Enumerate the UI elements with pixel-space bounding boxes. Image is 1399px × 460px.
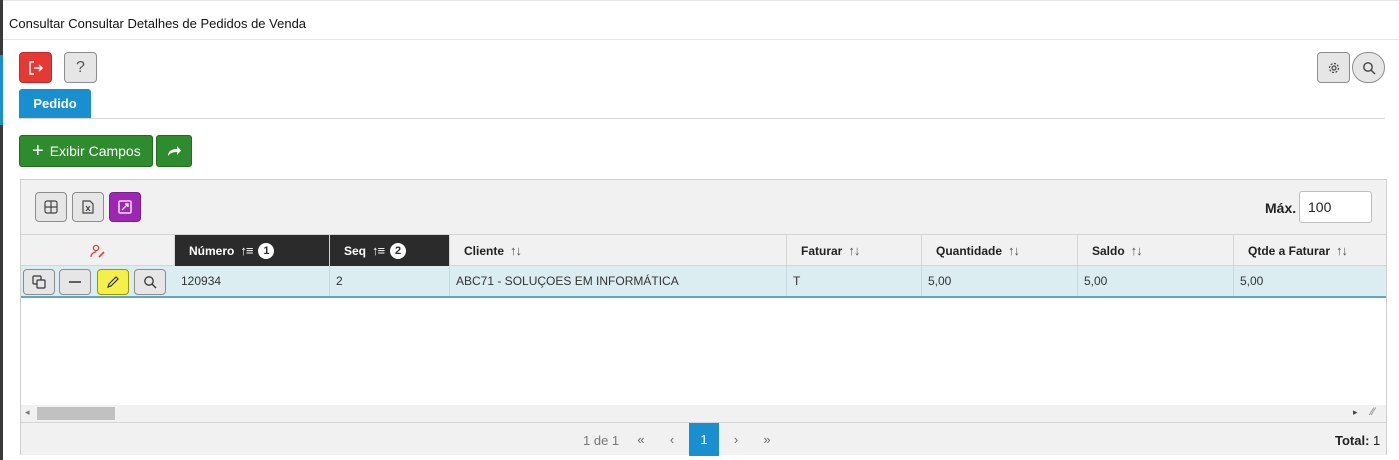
page-info: 1 de 1: [583, 433, 620, 448]
column-label: Número: [189, 243, 235, 258]
main-window: Consultar Consultar Detalhes de Pedidos …: [3, 0, 1399, 460]
tab-pedido[interactable]: Pedido: [19, 89, 91, 118]
title-bar: Consultar Consultar Detalhes de Pedidos …: [3, 0, 1399, 40]
grid-toolbar: Máx.: [21, 180, 1386, 235]
pencil-icon: [106, 275, 120, 289]
column-label: Qtde a Faturar: [1248, 243, 1331, 258]
tab-underline: [19, 118, 1385, 119]
sort-asc-icon: ↑≡: [372, 243, 385, 258]
cell-quantidade: 5,00: [922, 266, 1078, 296]
plus-icon: +: [32, 140, 44, 162]
gear-icon: [1327, 61, 1341, 75]
page-title: Consultar Consultar Detalhes de Pedidos …: [9, 16, 307, 31]
sort-icon: ↑↓: [1130, 243, 1143, 258]
sort-order-badge: 2: [390, 242, 407, 259]
total-label: Total:: [1335, 433, 1370, 448]
exibir-campos-button[interactable]: + Exibir Campos: [19, 135, 153, 167]
resize-grip-icon[interactable]: ⁄⁄: [1371, 406, 1375, 418]
cell-qtde-faturar: 5,00: [1240, 274, 1264, 288]
search-icon: [143, 275, 157, 289]
page-1-button[interactable]: 1: [689, 423, 719, 456]
horizontal-scrollbar[interactable]: ◂ ▸ ⁄⁄: [21, 405, 1386, 422]
edit-row-button[interactable]: [97, 269, 129, 295]
first-page-button[interactable]: «: [626, 423, 656, 456]
prev-page-button[interactable]: ‹: [657, 423, 687, 456]
column-header-cliente[interactable]: Cliente ↑↓: [450, 235, 787, 266]
settings-button[interactable]: [1317, 52, 1350, 83]
total-value: 1: [1373, 433, 1381, 448]
search-button[interactable]: [1352, 52, 1385, 83]
help-label: ?: [76, 58, 85, 76]
row-actions-header: [21, 235, 175, 266]
sort-asc-icon: ↑≡: [240, 243, 253, 258]
grid-header: Número ↑≡ 1 Seq ↑≡ 2 Cliente ↑↓ Faturar …: [21, 235, 1386, 266]
copy-icon: [32, 275, 46, 289]
column-label: Quantidade: [936, 243, 1003, 258]
cell-numero: 120934: [175, 266, 330, 296]
cell-cliente: ABC71 - SOLUÇOES EM INFORMÁTICA: [450, 266, 787, 296]
max-label: Máx.: [1265, 200, 1297, 216]
total-count: Total: 1: [1335, 433, 1380, 448]
cell-saldo: 5,00: [1078, 266, 1234, 296]
minus-icon: [68, 275, 82, 289]
table-row[interactable]: 120934 2 ABC71 - SOLUÇOES EM INFORMÁTICA…: [21, 266, 1386, 298]
column-header-quantidade[interactable]: Quantidade ↑↓: [922, 235, 1078, 266]
share-arrow-icon: [166, 144, 182, 158]
sort-icon: ↑↓: [510, 243, 522, 258]
exibir-campos-label: Exibir Campos: [49, 143, 141, 159]
excel-export-icon: [82, 200, 94, 214]
sort-icon: ↑↓: [1336, 243, 1348, 258]
column-header-faturar[interactable]: Faturar ↑↓: [787, 235, 922, 266]
user-edit-icon: [89, 244, 106, 258]
excel-export-button[interactable]: [72, 192, 104, 222]
column-header-saldo[interactable]: Saldo ↑↓: [1078, 235, 1234, 266]
grid-layout-button[interactable]: [35, 192, 67, 222]
sort-order-badge: 1: [258, 242, 275, 259]
search-icon: [1362, 61, 1376, 75]
last-page-button[interactable]: »: [752, 423, 782, 456]
expand-button[interactable]: [109, 192, 141, 222]
sort-icon: ↑↓: [1008, 243, 1020, 258]
cell-faturar: T: [787, 266, 922, 296]
column-label: Saldo: [1092, 243, 1125, 258]
exit-button[interactable]: [19, 52, 52, 83]
cell-seq: 2: [330, 266, 450, 296]
scroll-left-icon[interactable]: ◂: [25, 407, 30, 418]
scrollbar-thumb[interactable]: [37, 407, 115, 420]
scroll-right-icon[interactable]: ▸: [1353, 407, 1358, 418]
grid-body-empty: [21, 298, 1386, 405]
column-label: Seq: [344, 243, 367, 258]
column-label: Cliente: [464, 243, 505, 258]
next-page-button[interactable]: ›: [721, 423, 751, 456]
remove-row-button[interactable]: [59, 269, 91, 295]
copy-row-button[interactable]: [23, 269, 55, 295]
column-header-seq[interactable]: Seq ↑≡ 2: [330, 235, 450, 266]
grid-layout-icon: [44, 200, 58, 214]
grid-panel: Máx. Número ↑≡ 1 Seq ↑≡ 2 Cliente ↑↓: [20, 179, 1387, 456]
share-button[interactable]: [156, 135, 192, 167]
logout-icon: [28, 60, 44, 75]
column-header-numero[interactable]: Número ↑≡ 1: [175, 235, 330, 266]
expand-icon: [118, 200, 132, 214]
view-row-button[interactable]: [134, 269, 166, 295]
column-label: Faturar: [801, 243, 843, 258]
help-button[interactable]: ?: [64, 52, 97, 83]
max-input[interactable]: [1299, 191, 1372, 223]
sort-icon: ↑↓: [848, 243, 860, 258]
column-header-qtde-faturar[interactable]: Qtde a Faturar ↑↓: [1234, 235, 1386, 266]
pagination-bar: 1 de 1 « ‹ 1 › » Total: 1: [21, 422, 1386, 456]
